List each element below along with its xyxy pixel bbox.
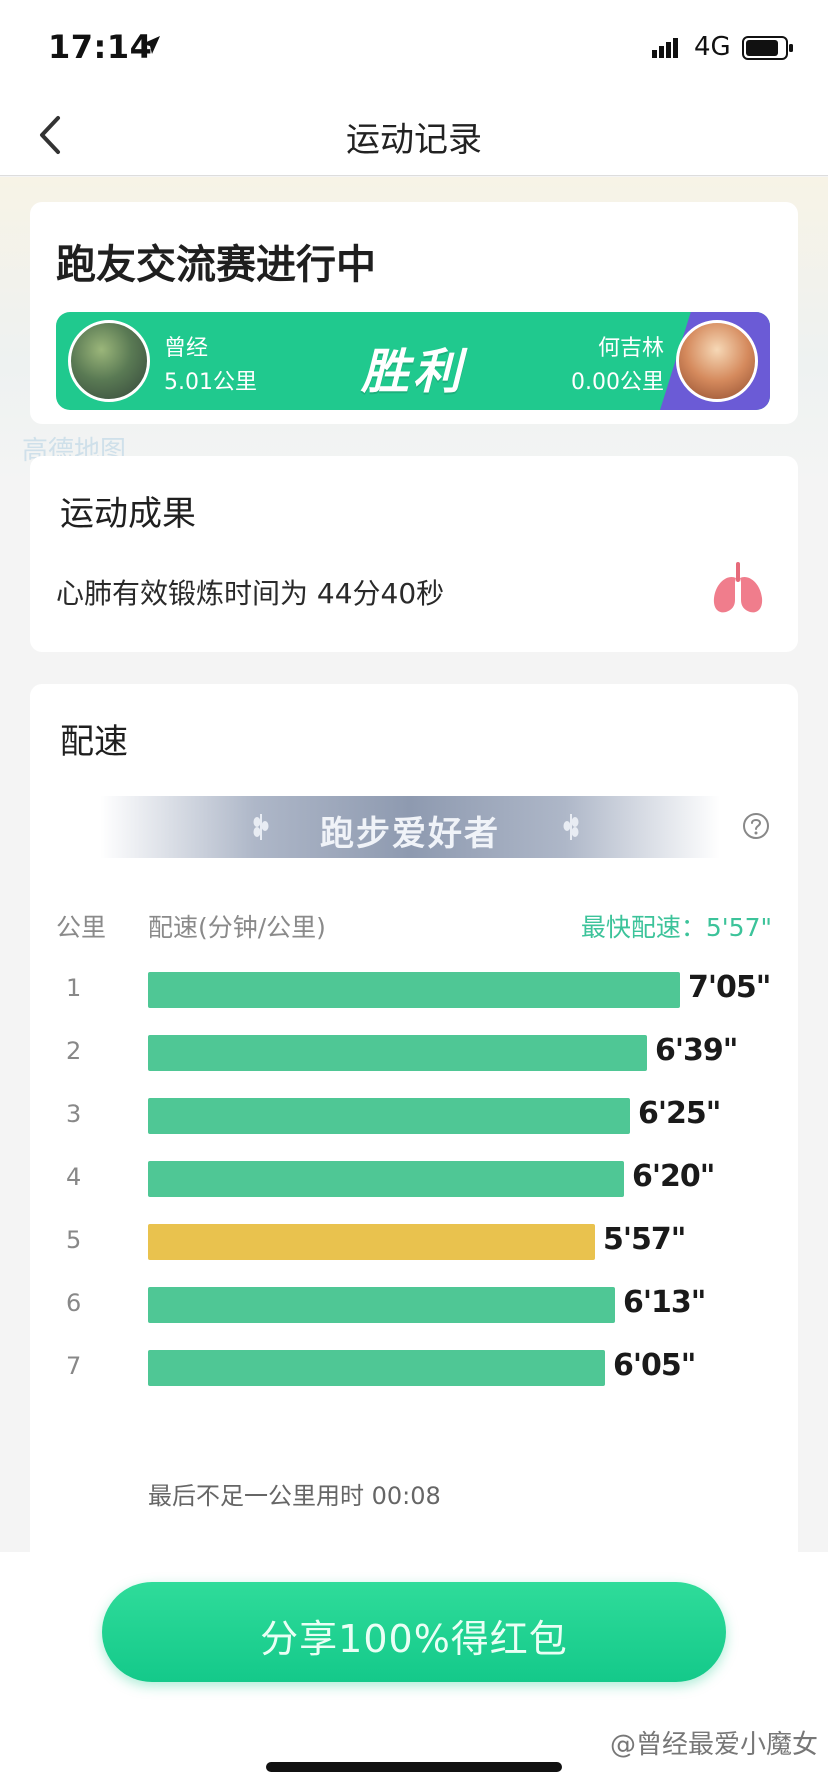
achievement-title: 运动成果: [60, 494, 196, 534]
pace-bar: [148, 1098, 630, 1134]
pace-row: 4 6'20": [30, 1159, 798, 1199]
pace-bar-label: 6'39": [655, 1033, 738, 1068]
status-time: 17:14: [48, 28, 153, 66]
match-card: 跑友交流赛进行中 曾经 5.01公里 胜利 何吉林 0.00公里: [30, 202, 798, 424]
player-opponent-distance: 0.00公里: [571, 370, 664, 395]
runner-badge: 跑步爱好者: [100, 796, 720, 858]
pace-bar-label: 6'20": [632, 1159, 715, 1194]
help-icon[interactable]: [742, 812, 770, 840]
pace-row-km: 6: [66, 1289, 82, 1317]
bottom-bar: 分享100%得红包 @曾经最爱小魔女: [0, 1552, 828, 1792]
player-opponent-name: 何吉林: [597, 336, 664, 361]
pace-row-km: 1: [66, 974, 82, 1002]
column-header-km: 公里: [56, 913, 107, 942]
pace-bar: [148, 1287, 615, 1323]
pace-bar-label: 7'05": [688, 970, 771, 1005]
match-bar[interactable]: 曾经 5.01公里 胜利 何吉林 0.00公里: [56, 312, 770, 410]
pace-bar: [148, 1350, 605, 1386]
nav-bar: 运动记录: [0, 96, 828, 176]
pace-bar-label: 6'05": [613, 1348, 696, 1383]
pace-card: 配速 跑步爱好者 公里 配速(分钟/公里) 最快配速：5'57" 1 7'05" 2…: [30, 684, 798, 1564]
pace-row: 6 6'13": [30, 1285, 798, 1325]
network-label: 4G: [694, 32, 731, 62]
share-button[interactable]: 分享100%得红包: [102, 1582, 726, 1682]
weibo-watermark: @曾经最爱小魔女: [609, 1730, 818, 1760]
lungs-icon: [713, 562, 763, 613]
share-button-label: 分享100%得红包: [260, 1617, 568, 1661]
pace-row: 1 7'05": [30, 970, 798, 1010]
wheat-icon: [563, 814, 579, 840]
page-title: 运动记录: [346, 120, 482, 160]
avatar-opponent[interactable]: [676, 320, 758, 402]
pace-bar-label: 6'13": [623, 1285, 706, 1320]
pace-row: 5 5'57": [30, 1222, 798, 1262]
pace-row: 7 6'05": [30, 1348, 798, 1388]
pace-bar: [148, 1161, 624, 1197]
column-header-pace: 配速(分钟/公里): [148, 913, 326, 942]
achievement-card: 运动成果 心肺有效锻炼时间为 44分40秒: [30, 456, 798, 652]
pace-row-km: 7: [66, 1352, 82, 1380]
pace-bar-label: 5'57": [603, 1222, 686, 1257]
pace-bar: [148, 1035, 647, 1071]
pace-row: 2 6'39": [30, 1033, 798, 1073]
pace-bar-label: 6'25": [638, 1096, 721, 1131]
status-bar: 17:14 4G: [0, 0, 828, 96]
battery-icon: [742, 36, 793, 60]
badge-label: 跑步爱好者: [320, 814, 500, 854]
achievement-text: 心肺有效锻炼时间为 44分40秒: [56, 577, 445, 610]
signal-icon: [652, 38, 678, 58]
pace-bar: [148, 972, 680, 1008]
pace-row: 3 6'25": [30, 1096, 798, 1136]
pace-row-km: 2: [66, 1037, 82, 1065]
pace-title: 配速: [60, 722, 128, 762]
last-segment-note: 最后不足一公里用时 00:08: [148, 1482, 441, 1510]
pace-row-km: 5: [66, 1226, 82, 1254]
fastest-pace: 最快配速：5'57": [580, 913, 772, 942]
pace-row-km: 4: [66, 1163, 82, 1191]
pace-chart: 1 7'05" 2 6'39" 3 6'25" 4 6'20" 5 5'57" 6 6'13" 7 6'0…: [30, 970, 798, 1512]
location-arrow-icon: [142, 36, 160, 54]
home-indicator[interactable]: [266, 1762, 562, 1772]
match-title: 跑友交流赛进行中: [56, 242, 376, 288]
pace-row-km: 3: [66, 1100, 82, 1128]
pace-bar-fastest: [148, 1224, 595, 1260]
